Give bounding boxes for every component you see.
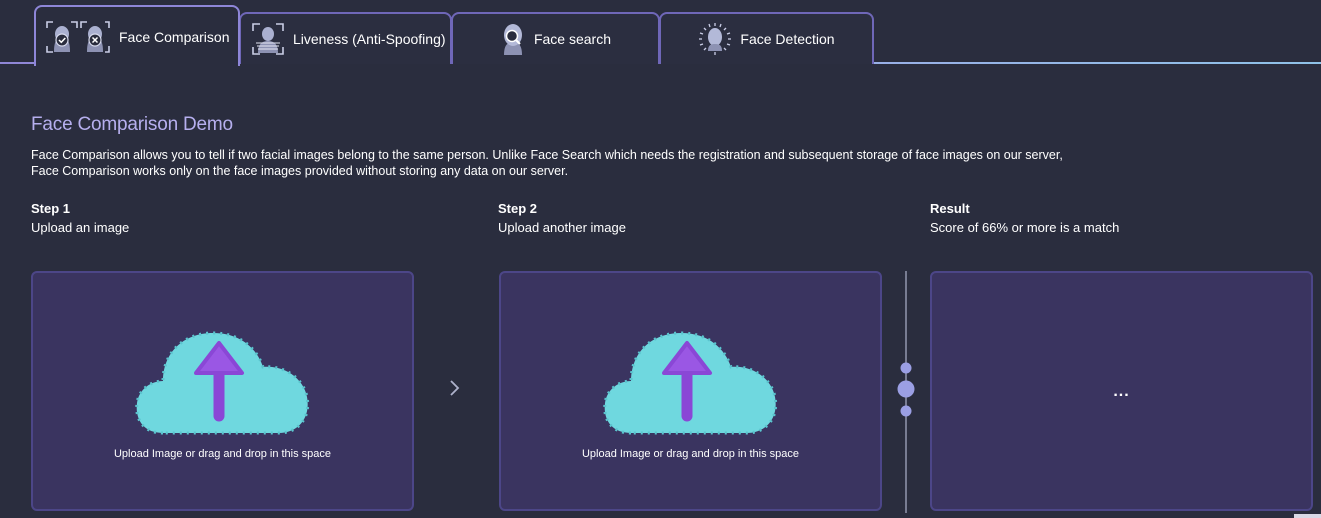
upload-cloud-icon (133, 315, 313, 445)
result-panel: ... (930, 271, 1313, 511)
tab-face-comparison[interactable]: Face Comparison (34, 5, 240, 66)
face-detection-icon (698, 22, 732, 56)
step2-title: Step 2 (498, 201, 538, 216)
tab-label: Liveness (Anti-Spoofing) (293, 31, 446, 47)
result-subtitle: Score of 66% or more is a match (930, 220, 1120, 235)
dropzone-hint: Upload Image or drag and drop in this sp… (581, 448, 800, 460)
face-search-icon (500, 22, 526, 56)
face-compare-icon (45, 20, 111, 54)
tab-label: Face Comparison (119, 28, 230, 45)
description-line: Face Comparison allows you to tell if tw… (31, 148, 1063, 162)
scrollbar-corner (1294, 514, 1321, 518)
step2-subtitle: Upload another image (498, 220, 626, 235)
tab-liveness[interactable]: Liveness (Anti-Spoofing) (239, 12, 452, 64)
result-value: ... (1113, 383, 1130, 400)
result-title: Result (930, 201, 970, 216)
step1-subtitle: Upload an image (31, 220, 130, 235)
face-comparison-page: Face Comparison Liveness (Anti-Spoofing) (0, 0, 1321, 518)
tab-label: Face search (533, 31, 612, 47)
description-line: Face Comparison works only on the face i… (31, 164, 569, 178)
image2-dropzone[interactable]: Upload Image or drag and drop in this sp… (499, 271, 882, 511)
page-description: Face Comparison allows you to tell if tw… (31, 147, 1063, 179)
slider-handle-icon[interactable] (897, 271, 915, 513)
liveness-icon (251, 22, 285, 56)
step1-title: Step 1 (31, 201, 71, 216)
tab-face-detection[interactable]: Face Detection (659, 12, 874, 64)
dropzone-hint: Upload Image or drag and drop in this sp… (113, 448, 332, 460)
tab-label: Face Detection (740, 31, 835, 47)
tab-face-search[interactable]: Face search (451, 12, 660, 64)
page-title: Face Comparison Demo (31, 114, 233, 135)
upload-cloud-icon (601, 315, 781, 445)
chevron-right-icon (448, 378, 462, 398)
image1-dropzone[interactable]: Upload Image or drag and drop in this sp… (31, 271, 414, 511)
